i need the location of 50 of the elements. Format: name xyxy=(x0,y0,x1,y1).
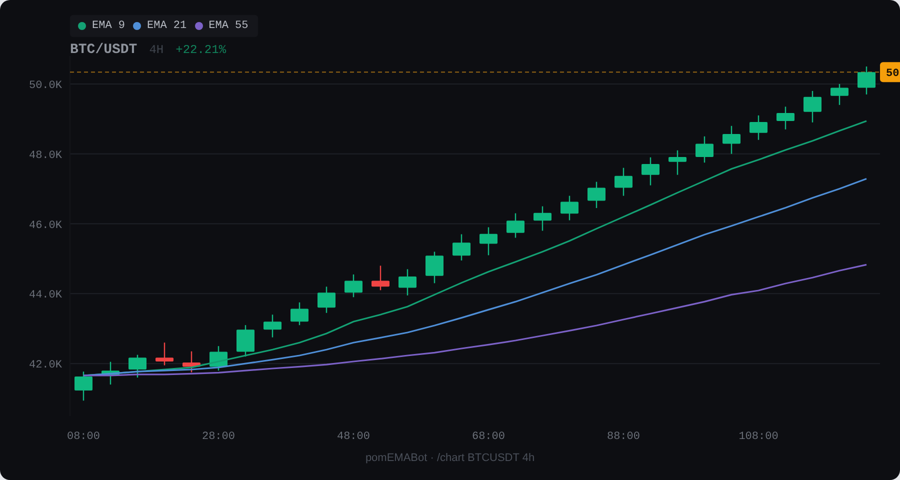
legend-label: EMA 21 xyxy=(147,18,187,34)
bullish-candle xyxy=(264,314,282,338)
bullish-candle xyxy=(128,354,146,378)
bullish-candle xyxy=(318,286,336,313)
change-percent: +22.21% xyxy=(176,42,226,59)
bullish-candle xyxy=(102,362,120,385)
footer-caption: pomEMABot · /chart BTCUSDT 4h xyxy=(365,451,535,466)
x-axis-label: 48:00 xyxy=(337,431,370,443)
x-axis-label: 88:00 xyxy=(607,431,640,443)
bullish-candle xyxy=(722,126,740,154)
bullish-candle xyxy=(858,66,876,94)
bullish-candle xyxy=(236,325,254,357)
x-axis-label: 08:00 xyxy=(67,431,100,443)
bullish-candle xyxy=(614,168,632,196)
timeframe-label: 4H xyxy=(149,42,164,59)
bullish-candle xyxy=(398,269,416,296)
bullish-candle xyxy=(830,84,848,105)
x-axis-label: 68:00 xyxy=(472,431,505,443)
y-axis-label: 48.0K xyxy=(28,150,62,162)
bullish-candle xyxy=(534,206,552,231)
x-axis-label: 28:00 xyxy=(202,431,235,443)
bullish-candle xyxy=(642,157,660,186)
bullish-candle xyxy=(210,346,228,371)
bullish-candle xyxy=(426,252,444,284)
y-axis-label: 44.0K xyxy=(28,290,62,302)
bullish-candle xyxy=(480,227,498,256)
x-axis-label: 108:00 xyxy=(738,431,778,443)
bullish-candle xyxy=(452,234,470,260)
y-axis-label: 46.0K xyxy=(28,220,62,232)
bullish-candle xyxy=(696,136,714,163)
price-badge: 50 xyxy=(880,62,900,82)
bullish-candle xyxy=(588,182,606,208)
bearish-candle xyxy=(372,266,390,290)
bullish-candle xyxy=(290,302,308,326)
bullish-candle xyxy=(668,150,686,175)
legend-label: EMA 9 xyxy=(92,18,126,34)
y-axis-label: 42.0K xyxy=(28,360,62,372)
legend-label: EMA 55 xyxy=(208,18,248,34)
bearish-candle xyxy=(156,342,174,366)
bullish-candle xyxy=(506,213,524,238)
bullish-candle xyxy=(804,90,822,122)
symbol-title: BTC/USDT xyxy=(70,41,138,60)
ref-line-label: 50 xyxy=(886,68,900,80)
bullish-candle xyxy=(344,274,362,298)
bullish-candle xyxy=(560,196,578,220)
bullish-candle xyxy=(750,115,768,140)
y-axis-label: 50.0K xyxy=(28,80,62,92)
bullish-candle xyxy=(74,372,92,401)
bearish-candle xyxy=(182,351,200,372)
bullish-candle xyxy=(776,106,794,130)
